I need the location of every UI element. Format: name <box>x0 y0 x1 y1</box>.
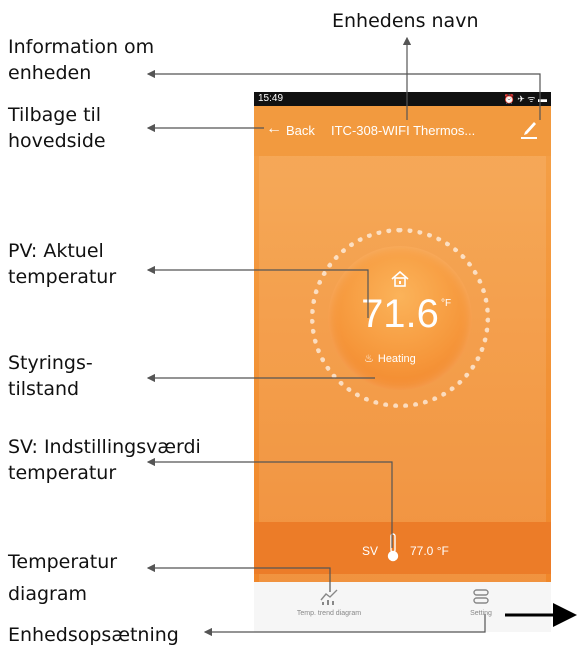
back-button[interactable]: Back <box>286 123 315 138</box>
status-icons: ⏰ ✈ ᯤ ▬ <box>503 94 547 104</box>
label-back-home: Tilbage til hovedside <box>8 104 106 152</box>
label-pv: PV: Aktuel temperatur <box>8 240 117 288</box>
sv-value: 77.0 °F <box>410 544 449 558</box>
label-device-name: Enhedens navn <box>332 10 479 32</box>
setpoint-bar: SV 77.0 °F <box>254 522 551 574</box>
nav-trend-diagram[interactable]: Temp. trend diagram <box>284 588 374 617</box>
pv-unit: °F <box>441 298 452 309</box>
home-icon <box>391 270 409 287</box>
temperature-dial: 71.6 °F ♨ Heating <box>310 228 490 408</box>
control-mode: ♨ Heating <box>364 352 416 365</box>
label-sv: SV: Indstillingsværdi temperatur <box>8 436 201 484</box>
mode-label: Heating <box>377 353 416 365</box>
nav-trend-label: Temp. trend diagram <box>296 610 362 617</box>
label-temp-diagram: Temperatur diagram <box>8 551 118 605</box>
heating-icon: ♨ <box>364 353 374 365</box>
arrow-left-icon[interactable]: ← <box>266 120 282 138</box>
label-device-setup: Enhedsopsætning <box>8 624 179 646</box>
edit-icon[interactable] <box>519 118 539 140</box>
label-device-info: Information om enheden <box>8 36 155 84</box>
bottom-nav: Temp. trend diagram Setting <box>254 582 551 632</box>
trend-chart-icon <box>320 589 338 605</box>
dial-face: 71.6 °F ♨ Heating <box>328 246 472 390</box>
nav-setting-label: Setting <box>470 610 492 617</box>
device-title: ITC-308-WIFI Thermos... <box>331 123 476 138</box>
phone-screen: 15:49 ⏰ ✈ ᯤ ▬ ← Back ITC-308-WIFI Thermo… <box>254 92 551 632</box>
status-time: 15:49 <box>258 93 284 104</box>
nav-setting[interactable]: Setting <box>436 588 526 617</box>
status-bar: 15:49 ⏰ ✈ ᯤ ▬ <box>254 92 551 106</box>
thermometer-icon <box>387 533 399 562</box>
nav-bar: ← Back ITC-308-WIFI Thermos... <box>254 106 551 156</box>
sv-label: SV <box>362 544 379 558</box>
settings-icon <box>473 589 489 604</box>
label-control-state: Styrings- tilstand <box>8 352 93 400</box>
